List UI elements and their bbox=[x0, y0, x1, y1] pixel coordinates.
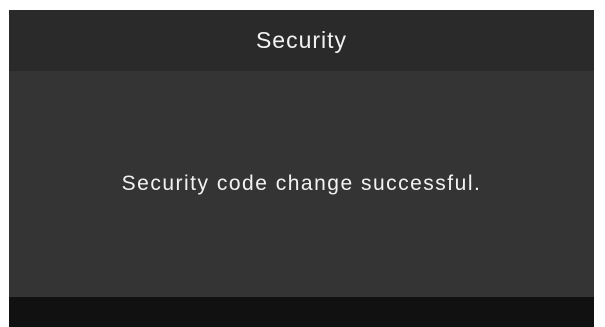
bottom-bar bbox=[9, 297, 594, 327]
status-message: Security code change successful. bbox=[121, 172, 482, 195]
dialog-content: Security code change successful. bbox=[9, 71, 594, 297]
title-bar: Security bbox=[9, 10, 594, 71]
dialog-title: Security bbox=[255, 27, 348, 53]
security-dialog: Security Security code change successful… bbox=[9, 10, 594, 327]
